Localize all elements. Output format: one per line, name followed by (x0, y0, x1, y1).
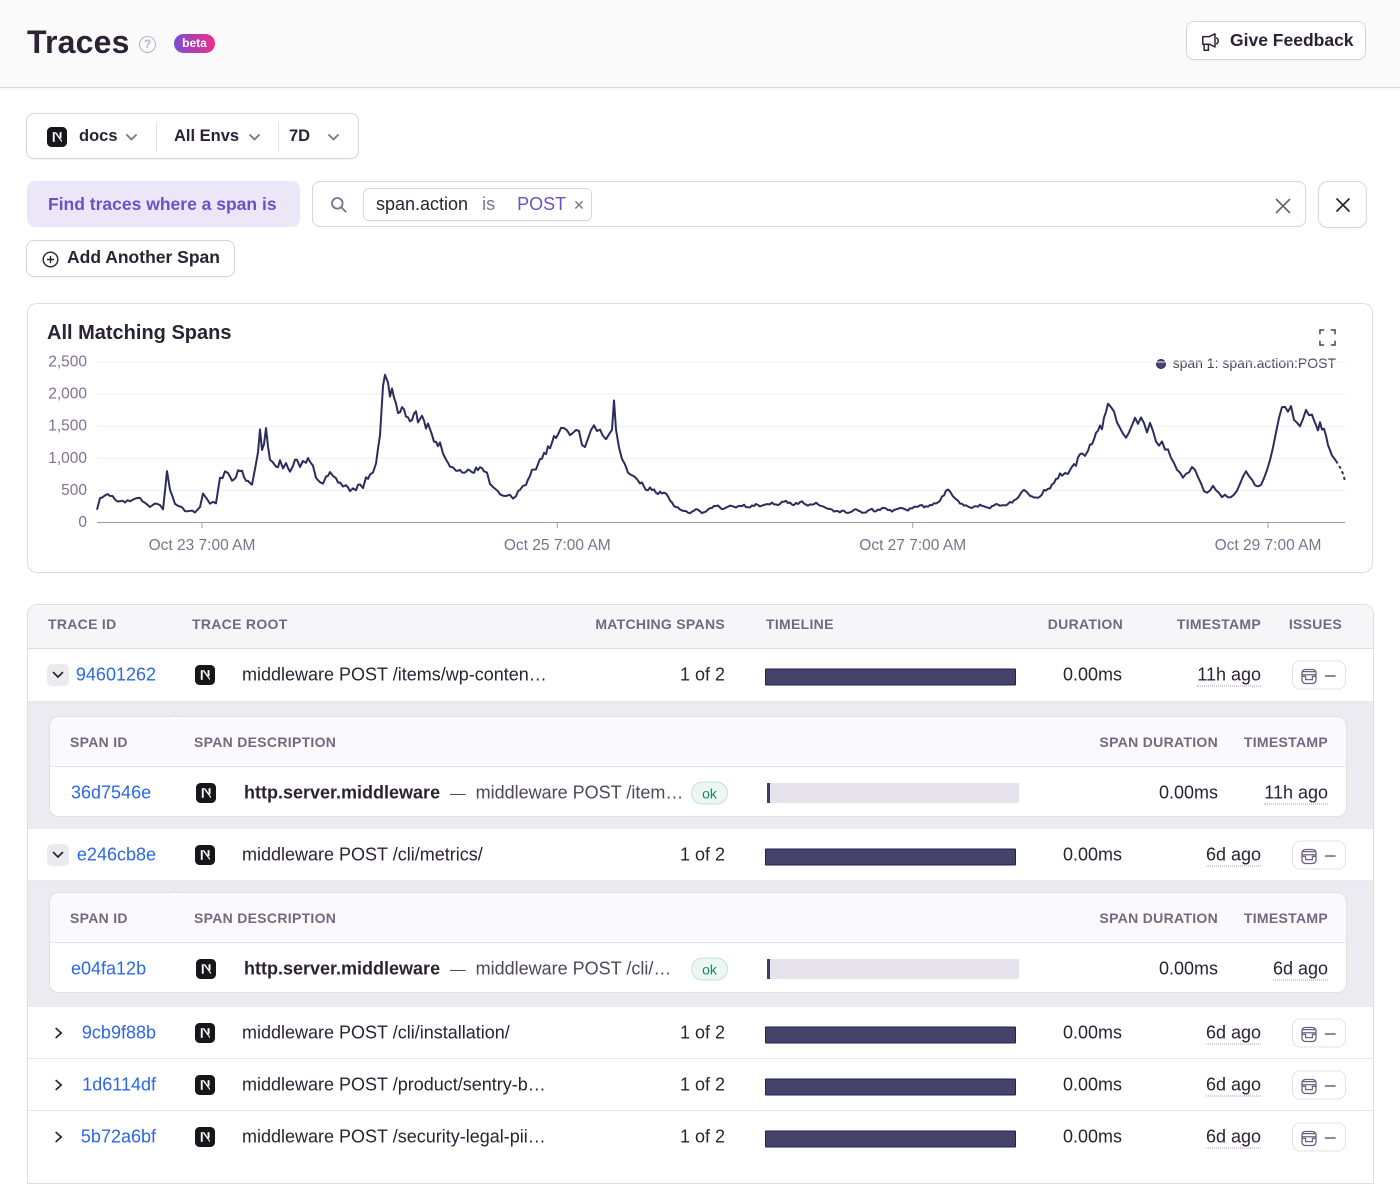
svg-text:2,500: 2,500 (48, 354, 87, 371)
svg-text:Oct 27 7:00 AM: Oct 27 7:00 AM (859, 537, 966, 554)
svg-text:0: 0 (78, 514, 87, 531)
svg-text:Oct 23 7:00 AM: Oct 23 7:00 AM (149, 537, 256, 554)
svg-text:1,500: 1,500 (48, 418, 87, 435)
svg-text:1,000: 1,000 (48, 450, 87, 467)
svg-text:2,000: 2,000 (48, 386, 87, 403)
svg-text:Oct 25 7:00 AM: Oct 25 7:00 AM (504, 537, 611, 554)
svg-text:500: 500 (61, 482, 87, 499)
svg-text:Oct 29 7:00 AM: Oct 29 7:00 AM (1215, 537, 1322, 554)
